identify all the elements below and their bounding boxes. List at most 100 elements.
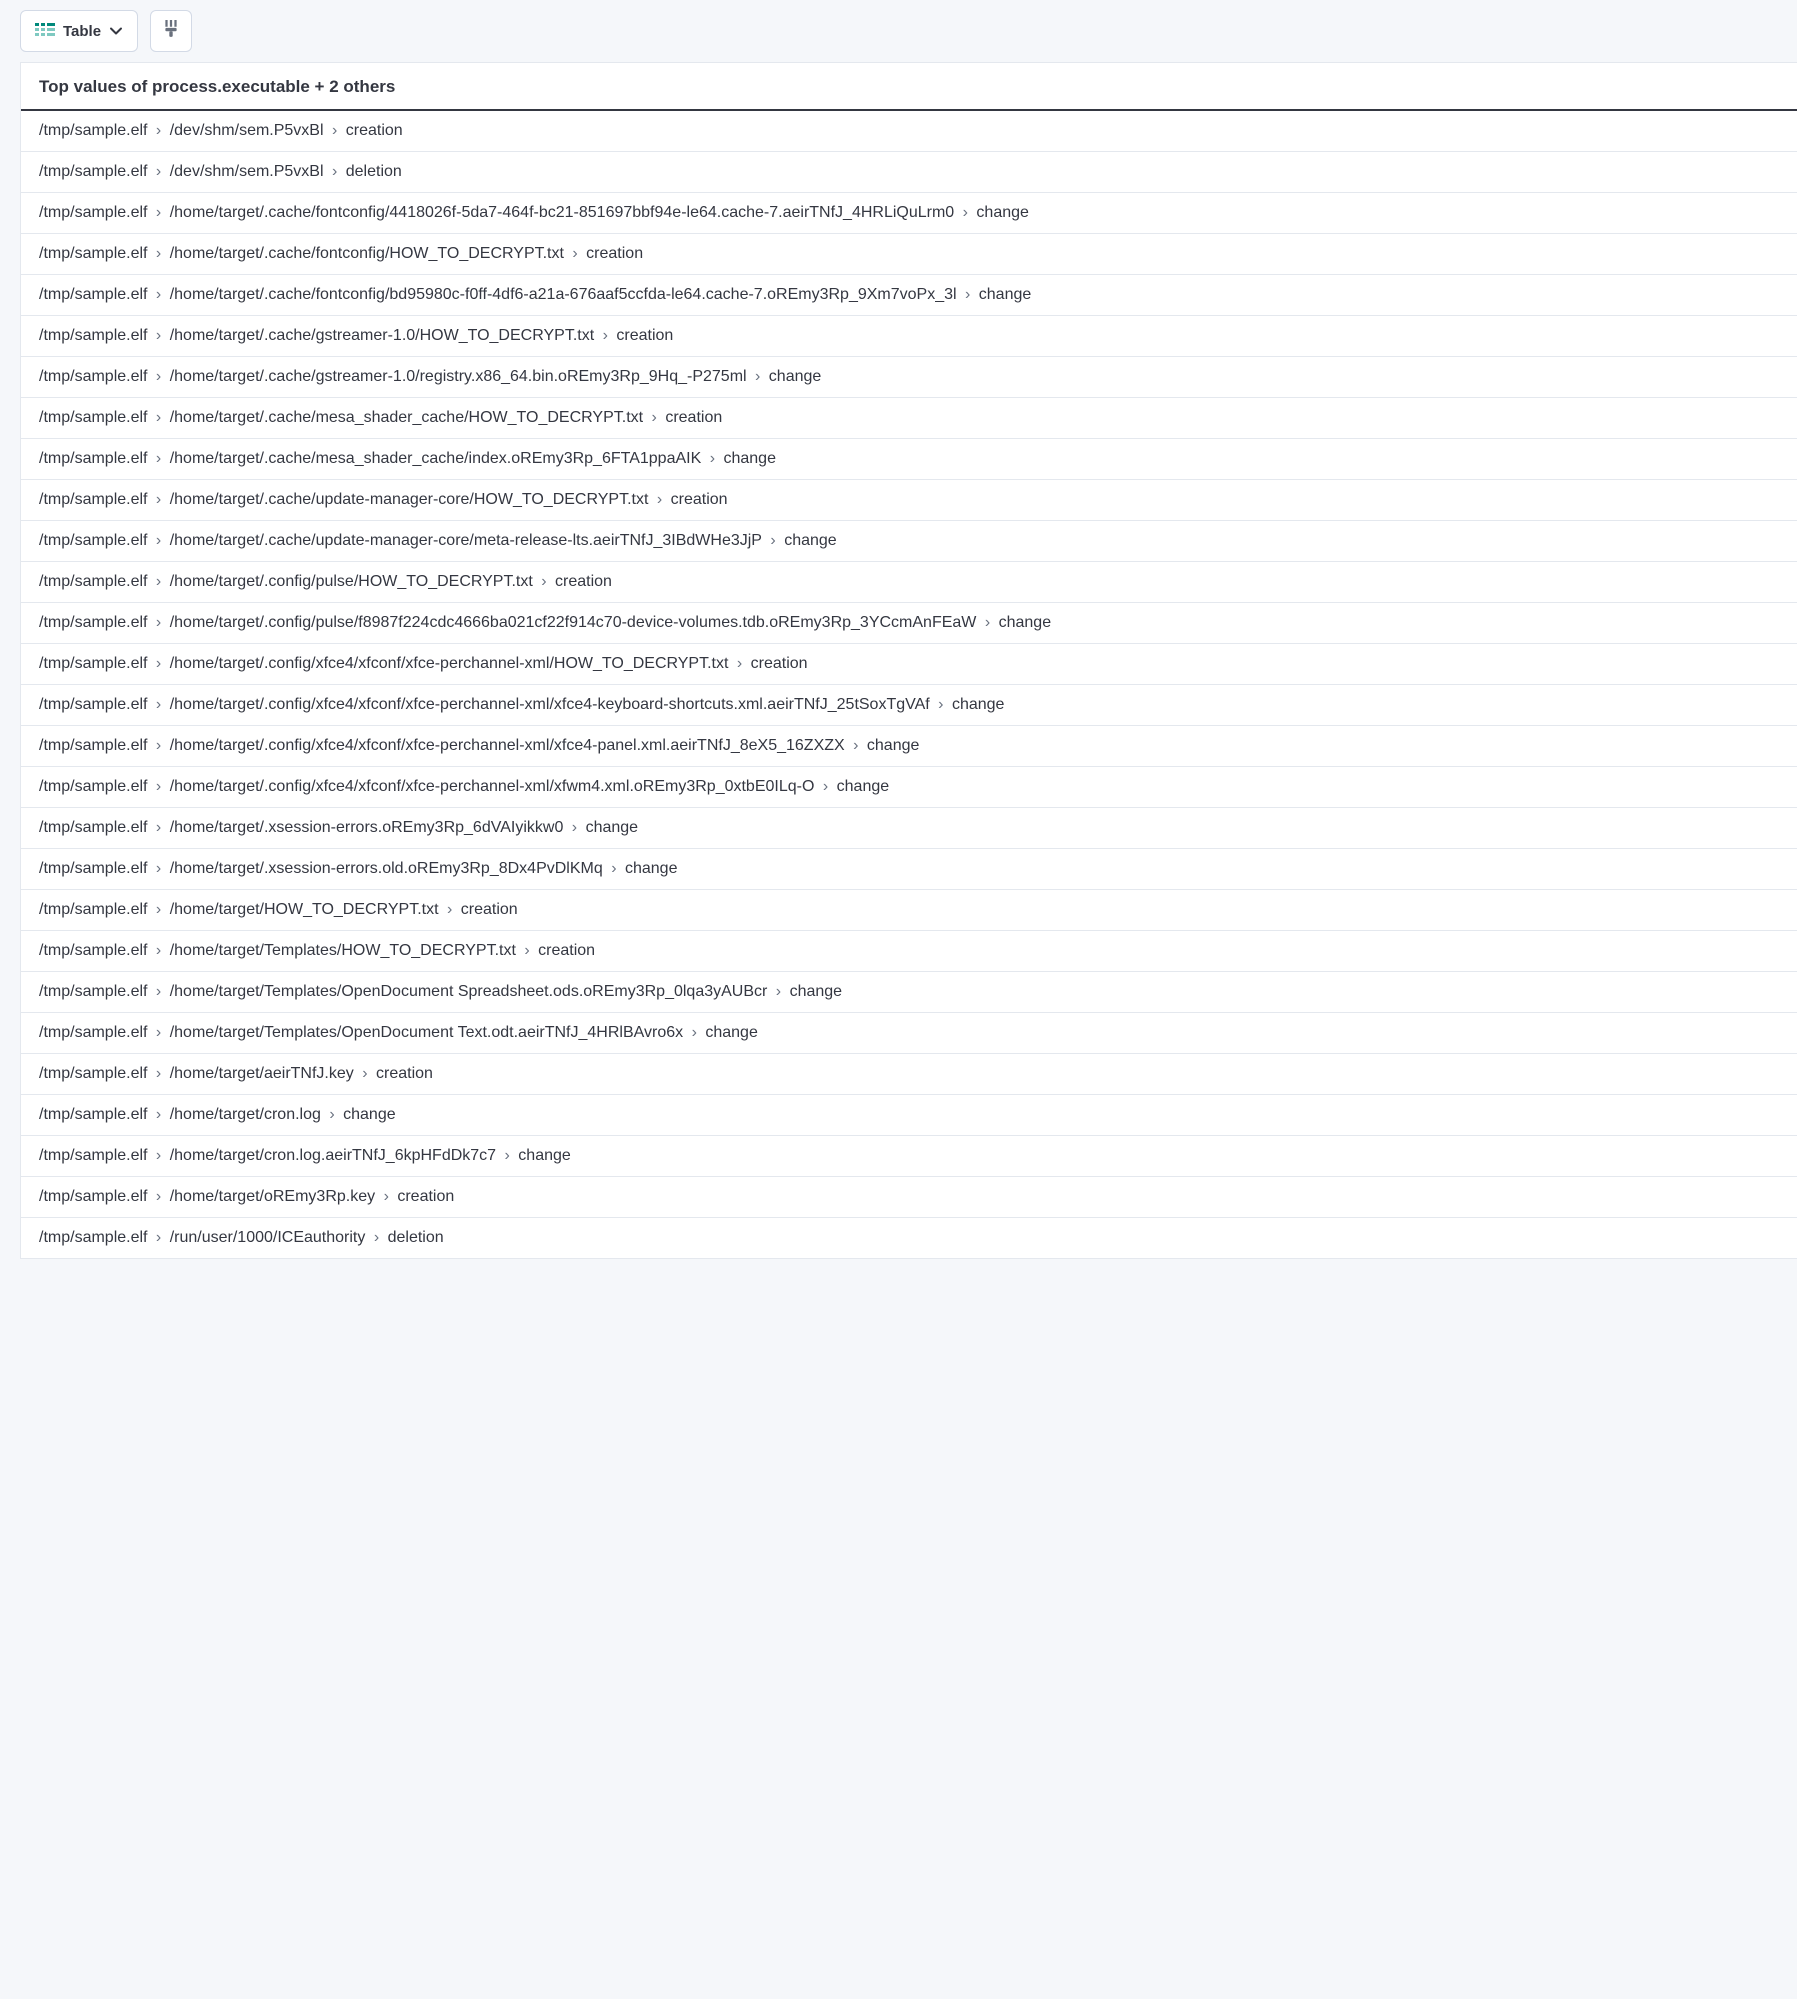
separator-icon: › bbox=[358, 1065, 372, 1082]
table-row[interactable]: /tmp/sample.elf › /dev/shm/sem.P5vxBl › … bbox=[21, 152, 1797, 193]
table-row[interactable]: /tmp/sample.elf › /home/target/.cache/fo… bbox=[21, 275, 1797, 316]
row-part: creation bbox=[346, 122, 403, 139]
separator-icon: › bbox=[151, 614, 165, 631]
row-part: /tmp/sample.elf bbox=[39, 327, 147, 344]
separator-icon: › bbox=[151, 1024, 165, 1041]
row-part: /home/target/.xsession-errors.old.oREmy3… bbox=[170, 860, 603, 877]
separator-icon: › bbox=[151, 901, 165, 918]
row-part: /tmp/sample.elf bbox=[39, 696, 147, 713]
separator-icon: › bbox=[151, 245, 165, 262]
row-part: /tmp/sample.elf bbox=[39, 1065, 147, 1082]
separator-icon: › bbox=[328, 163, 342, 180]
table-row[interactable]: /tmp/sample.elf › /home/target/.cache/fo… bbox=[21, 193, 1797, 234]
row-part: /home/target/HOW_TO_DECRYPT.txt bbox=[170, 901, 439, 918]
row-part: /home/target/.cache/gstreamer-1.0/regist… bbox=[170, 368, 747, 385]
table-row[interactable]: /tmp/sample.elf › /home/target/.xsession… bbox=[21, 849, 1797, 890]
separator-icon: › bbox=[151, 286, 165, 303]
table-row[interactable]: /tmp/sample.elf › /home/target/.config/x… bbox=[21, 726, 1797, 767]
row-part: /tmp/sample.elf bbox=[39, 1106, 147, 1123]
table-row[interactable]: /tmp/sample.elf › /home/target/.config/p… bbox=[21, 562, 1797, 603]
row-part: /tmp/sample.elf bbox=[39, 1188, 147, 1205]
row-part: creation bbox=[538, 942, 595, 959]
table-view-label: Table bbox=[63, 23, 101, 40]
table-row[interactable]: /tmp/sample.elf › /home/target/.cache/fo… bbox=[21, 234, 1797, 275]
table-row[interactable]: /tmp/sample.elf › /home/target/.xsession… bbox=[21, 808, 1797, 849]
table-row[interactable]: /tmp/sample.elf › /home/target/aeirTNfJ.… bbox=[21, 1054, 1797, 1095]
separator-icon: › bbox=[818, 778, 832, 795]
separator-icon: › bbox=[151, 491, 165, 508]
table-icon bbox=[35, 23, 55, 39]
separator-icon: › bbox=[379, 1188, 393, 1205]
row-part: change bbox=[867, 737, 920, 754]
table-row[interactable]: /tmp/sample.elf › /home/target/Templates… bbox=[21, 972, 1797, 1013]
separator-icon: › bbox=[567, 819, 581, 836]
table-row[interactable]: /tmp/sample.elf › /home/target/.config/x… bbox=[21, 685, 1797, 726]
separator-icon: › bbox=[151, 860, 165, 877]
row-part: /home/target/.xsession-errors.oREmy3Rp_6… bbox=[170, 819, 564, 836]
chevron-down-icon bbox=[109, 24, 123, 38]
table-row[interactable]: /tmp/sample.elf › /home/target/.cache/gs… bbox=[21, 357, 1797, 398]
separator-icon: › bbox=[151, 1229, 165, 1246]
table-row[interactable]: /tmp/sample.elf › /home/target/.config/p… bbox=[21, 603, 1797, 644]
table-row[interactable]: /tmp/sample.elf › /home/target/HOW_TO_DE… bbox=[21, 890, 1797, 931]
separator-icon: › bbox=[849, 737, 863, 754]
row-part: change bbox=[837, 778, 890, 795]
table-row[interactable]: /tmp/sample.elf › /home/target/.config/x… bbox=[21, 767, 1797, 808]
table-row[interactable]: /tmp/sample.elf › /run/user/1000/ICEauth… bbox=[21, 1218, 1797, 1259]
separator-icon: › bbox=[934, 696, 948, 713]
table-row[interactable]: /tmp/sample.elf › /home/target/cron.log.… bbox=[21, 1136, 1797, 1177]
separator-icon: › bbox=[369, 1229, 383, 1246]
separator-icon: › bbox=[958, 204, 972, 221]
row-part: /home/target/.config/pulse/HOW_TO_DECRYP… bbox=[170, 573, 533, 590]
separator-icon: › bbox=[151, 368, 165, 385]
table-body: /tmp/sample.elf › /dev/shm/sem.P5vxBl › … bbox=[21, 111, 1797, 1259]
row-part: /tmp/sample.elf bbox=[39, 1229, 147, 1246]
row-part: creation bbox=[397, 1188, 454, 1205]
row-part: creation bbox=[616, 327, 673, 344]
row-part: /dev/shm/sem.P5vxBl bbox=[170, 163, 324, 180]
table-row[interactable]: /tmp/sample.elf › /home/target/.cache/gs… bbox=[21, 316, 1797, 357]
table-row[interactable]: /tmp/sample.elf › /home/target/oREmy3Rp.… bbox=[21, 1177, 1797, 1218]
row-part: /tmp/sample.elf bbox=[39, 901, 147, 918]
row-part: /tmp/sample.elf bbox=[39, 942, 147, 959]
table-row[interactable]: /tmp/sample.elf › /home/target/.cache/me… bbox=[21, 398, 1797, 439]
table-row[interactable]: /tmp/sample.elf › /home/target/Templates… bbox=[21, 931, 1797, 972]
toolbar: Table bbox=[0, 0, 1797, 62]
row-part: /home/target/Templates/OpenDocument Text… bbox=[170, 1024, 683, 1041]
row-part: /home/target/cron.log.aeirTNfJ_6kpHFdDk7… bbox=[170, 1147, 496, 1164]
separator-icon: › bbox=[766, 532, 780, 549]
row-part: change bbox=[518, 1147, 571, 1164]
table-row[interactable]: /tmp/sample.elf › /home/target/.cache/me… bbox=[21, 439, 1797, 480]
row-part: /home/target/.config/xfce4/xfconf/xfce-p… bbox=[170, 655, 729, 672]
row-part: /home/target/Templates/OpenDocument Spre… bbox=[170, 983, 768, 1000]
separator-icon: › bbox=[151, 778, 165, 795]
table-row[interactable]: /tmp/sample.elf › /home/target/.cache/up… bbox=[21, 521, 1797, 562]
table-row[interactable]: /tmp/sample.elf › /home/target/.cache/up… bbox=[21, 480, 1797, 521]
row-part: creation bbox=[376, 1065, 433, 1082]
row-part: deletion bbox=[346, 163, 402, 180]
separator-icon: › bbox=[687, 1024, 701, 1041]
table-row[interactable]: /tmp/sample.elf › /home/target/.config/x… bbox=[21, 644, 1797, 685]
separator-icon: › bbox=[771, 983, 785, 1000]
row-part: /home/target/.cache/mesa_shader_cache/in… bbox=[170, 450, 702, 467]
row-part: creation bbox=[555, 573, 612, 590]
row-part: /tmp/sample.elf bbox=[39, 122, 147, 139]
separator-icon: › bbox=[151, 1147, 165, 1164]
separator-icon: › bbox=[751, 368, 765, 385]
row-part: /home/target/Templates/HOW_TO_DECRYPT.tx… bbox=[170, 942, 516, 959]
row-part: creation bbox=[671, 491, 728, 508]
row-part: change bbox=[999, 614, 1052, 631]
row-part: /home/target/cron.log bbox=[170, 1106, 321, 1123]
separator-icon: › bbox=[151, 819, 165, 836]
table-view-button[interactable]: Table bbox=[20, 10, 138, 52]
separator-icon: › bbox=[443, 901, 457, 918]
table-row[interactable]: /tmp/sample.elf › /home/target/cron.log … bbox=[21, 1095, 1797, 1136]
row-part: /tmp/sample.elf bbox=[39, 737, 147, 754]
table-row[interactable]: /tmp/sample.elf › /home/target/Templates… bbox=[21, 1013, 1797, 1054]
table-row[interactable]: /tmp/sample.elf › /dev/shm/sem.P5vxBl › … bbox=[21, 111, 1797, 152]
color-palette-button[interactable] bbox=[150, 10, 192, 52]
row-part: change bbox=[952, 696, 1005, 713]
row-part: creation bbox=[751, 655, 808, 672]
row-part: /tmp/sample.elf bbox=[39, 819, 147, 836]
row-part: /tmp/sample.elf bbox=[39, 409, 147, 426]
